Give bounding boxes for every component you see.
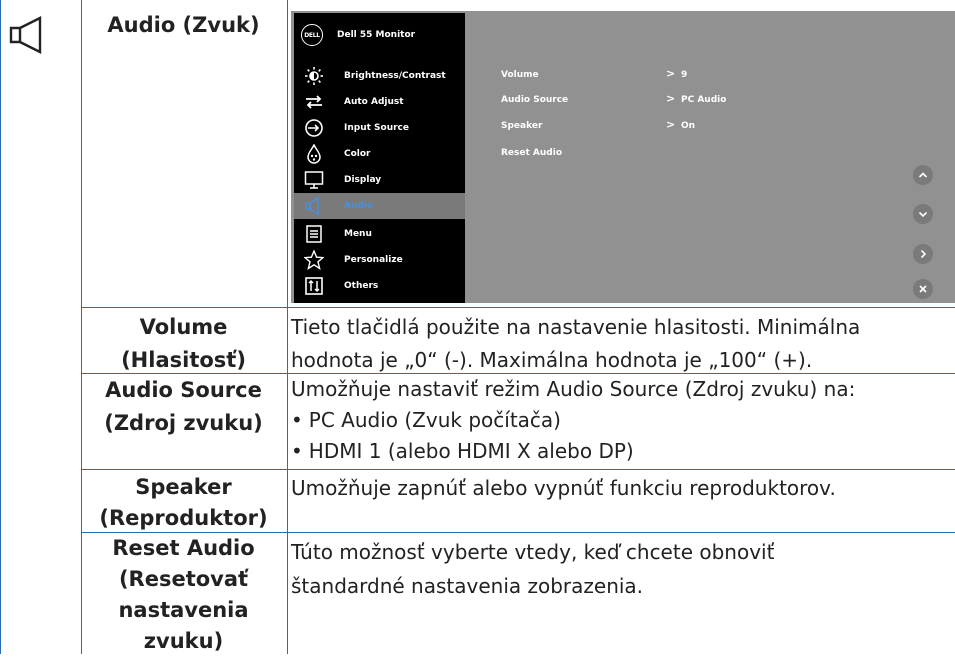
bullet-item: HDMI 1 (alebo HDMI X alebo DP) [291,436,951,467]
osd-menu-label: Audio [344,201,374,211]
osd-down-button[interactable] [913,204,933,224]
close-icon [919,285,927,293]
table-border-col2 [287,0,288,654]
row-head-line: Reset Audio [112,536,255,560]
row-head-line: (Resetovať [118,567,249,591]
osd-menu-panel: DELL Dell 55 Monitor Brightness/Contrast [294,13,465,303]
osd-menu-label: Display [344,175,382,185]
speaker-icon [9,16,42,54]
row-head-volume: Volume (Hlasitosť) [82,311,285,377]
osd-menu-item-menu[interactable]: Menu [294,221,465,247]
osd-menu-label: Menu [344,229,372,239]
row-head-line: Audio Source [105,378,262,402]
osd-menu-item-brightness[interactable]: Brightness/Contrast [294,63,465,89]
desc-line: štandardné nastavenia zobrazenia. [291,574,644,598]
row-head-line: (Zdroj zvuku) [104,411,263,435]
speaker-icon [305,196,319,216]
osd-menu-label: Auto Adjust [344,97,404,107]
osd-menu-label: Personalize [344,255,403,265]
others-icon [305,277,323,295]
osd-submenu-volume-value: 9 [681,70,688,80]
osd-close-button[interactable] [913,279,933,299]
osd-menu-item-input-source[interactable]: Input Source [294,115,465,141]
chevron-right-icon: > [666,67,676,80]
osd-right-button[interactable] [913,244,933,264]
table-row-divider [81,469,955,470]
desc-line: Túto možnosť vyberte vtedy, keď chcete o… [291,540,775,564]
dell-logo: DELL [301,24,323,46]
osd-submenu-speaker[interactable]: Speaker [501,121,542,131]
osd-menu-item-others[interactable]: Others [294,273,465,299]
osd-header: DELL Dell 55 Monitor [301,23,415,47]
auto-adjust-icon [306,95,322,109]
osd-menu-item-display[interactable]: Display [294,167,465,193]
table-border-left [0,0,1,654]
row-desc-volume: Tieto tlačidlá použite na nastavenie hla… [291,311,951,377]
up-icon [918,172,928,178]
color-icon [307,144,321,164]
row-desc-reset-audio: Túto možnosť vyberte vtedy, keď chcete o… [291,535,951,603]
chevron-right-icon: > [666,92,676,105]
osd-menu-item-audio[interactable]: Audio [294,193,465,219]
osd-menu-item-color[interactable]: Color [294,141,465,167]
row-head-line: (Hlasitosť) [121,348,246,372]
osd-menu-item-personalize[interactable]: Personalize [294,247,465,273]
display-icon [304,171,324,189]
osd-menu-label: Others [344,281,379,291]
osd-submenu-audio-source-value: PC Audio [681,95,727,105]
osd-submenu-volume[interactable]: Volume [501,70,539,80]
osd-submenu-reset-audio[interactable]: Reset Audio [501,148,562,158]
section-title: Audio (Zvuk) [107,13,260,37]
osd-menu-item-auto-adjust[interactable]: Auto Adjust [294,89,465,115]
osd-menu-label: Input Source [344,123,409,133]
osd-up-button[interactable] [913,165,933,185]
osd-title: Dell 55 Monitor [337,30,416,40]
osd-menu-label: Color [344,149,371,159]
right-icon [920,249,927,259]
row-head-reset-audio: Reset Audio (Resetovať nastavenia zvuku) [82,533,285,657]
row-head-line: zvuku) [143,629,224,653]
desc-line: hodnota je „0“ (-). Maximálna hodnota je… [291,348,813,372]
row-head-speaker: Speaker (Reproduktor) [82,472,285,534]
row-head-line: nastavenia [118,598,249,622]
brightness-icon [305,67,323,85]
osd-submenu-speaker-value: On [681,121,696,131]
osd-menu-label: Brightness/Contrast [344,71,446,81]
row-head-line: Speaker [135,475,232,499]
star-icon [304,250,324,270]
chevron-right-icon: > [666,118,676,131]
osd-submenu-audio-source[interactable]: Audio Source [501,95,568,105]
row-desc-audio-source: Umožňuje nastaviť režim Audio Source (Zd… [291,374,951,467]
osd-screenshot: DELL Dell 55 Monitor Brightness/Contrast [291,11,955,303]
menu-icon [306,225,322,243]
desc-line: Umožňuje nastaviť režim Audio Source (Zd… [291,377,856,401]
row-head-line: Volume [139,315,228,339]
desc-line: Umožňuje zapnúť alebo vypnúť funkciu rep… [291,476,836,500]
down-icon [918,211,928,218]
bullet-item: PC Audio (Zvuk počítača) [291,405,951,436]
row-head-line: (Reproduktor) [99,506,268,530]
row-desc-speaker: Umožňuje zapnúť alebo vypnúť funkciu rep… [291,472,951,505]
row-head-audio-source: Audio Source (Zdroj zvuku) [82,374,285,440]
input-source-icon [305,119,323,137]
desc-line: Tieto tlačidlá použite na nastavenie hla… [291,315,861,339]
table-row-divider [81,307,955,308]
